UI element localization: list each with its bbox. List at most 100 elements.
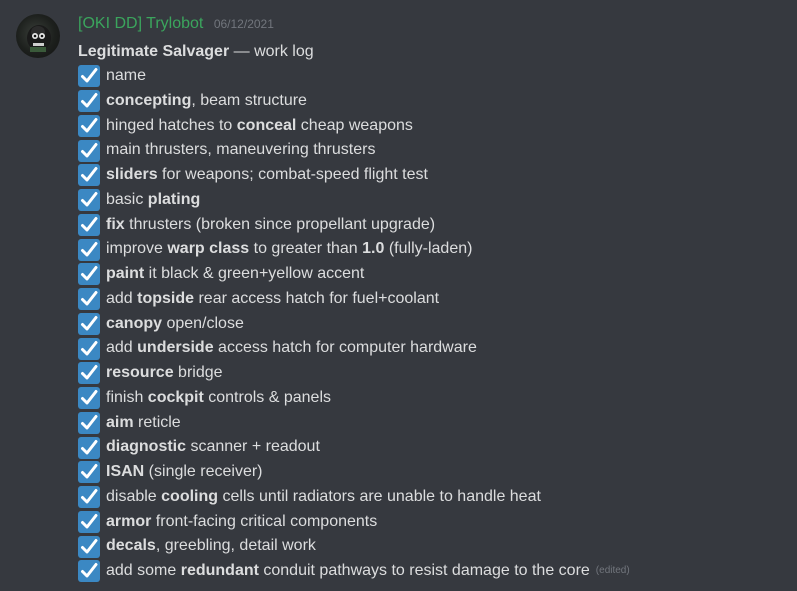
list-item: name	[78, 64, 778, 89]
text-segment: open/close	[162, 314, 244, 332]
check-mark-icon	[78, 238, 100, 261]
text-segment: name	[106, 67, 147, 84]
list-item: decals, greebling, detail work	[78, 534, 778, 559]
list-item-text: basic plating	[106, 188, 200, 213]
check-mark-icon	[78, 189, 100, 212]
text-segment: controls & panels	[203, 388, 331, 406]
list-item-text: concepting, beam structure	[106, 89, 307, 114]
text-segment: add some	[106, 562, 181, 579]
list-item: concepting, beam structure	[78, 89, 778, 114]
check-mark-icon	[78, 411, 100, 434]
bold-text: canopy	[106, 314, 163, 332]
text-segment: , beam structure	[191, 91, 307, 109]
text-segment: it black & green+yellow accent	[144, 265, 365, 282]
bold-text: cockpit	[147, 388, 204, 406]
text-segment: front-facing critical components	[151, 512, 378, 530]
list-item: add underside access hatch for computer …	[78, 336, 778, 361]
bold-text: paint	[106, 265, 145, 282]
list-item: basic plating	[78, 188, 778, 213]
check-mark-icon	[78, 337, 100, 360]
bold-text: concepting	[106, 91, 192, 109]
title-rest: — work log	[229, 43, 314, 60]
text-segment: disable	[106, 487, 162, 505]
list-item-text: add some redundant conduit pathways to r…	[106, 559, 590, 584]
bold-text: aim	[106, 413, 134, 431]
list-item-text: finish cockpit controls & panels	[106, 386, 331, 411]
text-segment: bridge	[173, 364, 223, 381]
list-item: diagnostic scanner + readout	[78, 435, 778, 460]
text-segment: for weapons; combat-speed flight test	[157, 166, 428, 183]
list-item-text: armor front-facing critical components	[106, 510, 377, 535]
text-segment: cheap weapons	[296, 116, 413, 134]
bold-text: resource	[106, 364, 174, 381]
list-item: main thrusters, maneuvering thrusters	[78, 138, 778, 163]
list-item-text: diagnostic scanner + readout	[106, 435, 320, 460]
list-item-text: main thrusters, maneuvering thrusters	[106, 138, 375, 163]
check-mark-icon	[78, 535, 100, 558]
list-item-text: sliders for weapons; combat-speed flight…	[106, 163, 428, 188]
bold-text: fix	[106, 215, 125, 233]
list-item-text: canopy open/close	[106, 312, 244, 337]
bold-text: decals	[106, 537, 156, 555]
text-segment: access hatch for computer hardware	[213, 339, 477, 357]
bold-text: diagnostic	[106, 438, 187, 456]
text-segment: add	[106, 339, 138, 357]
check-mark-icon	[78, 560, 100, 583]
list-item-text: fix thrusters (broken since propellant u…	[106, 213, 435, 238]
check-mark-icon	[78, 436, 100, 459]
text-segment: add	[106, 289, 138, 307]
bold-text: topside	[137, 289, 195, 307]
bold-text: ISAN	[106, 463, 145, 480]
bold-text: 1.0	[362, 240, 385, 258]
list-item-text: paint it black & green+yellow accent	[106, 262, 364, 287]
check-mark-icon	[78, 65, 100, 88]
list-item: sliders for weapons; combat-speed flight…	[78, 163, 778, 188]
list-item-text: improve warp class to greater than 1.0 (…	[106, 237, 472, 262]
check-mark-icon	[78, 139, 100, 162]
list-item: canopy open/close	[78, 312, 778, 337]
bold-text: warp class	[167, 240, 250, 258]
text-segment: finish	[106, 388, 148, 406]
list-item: improve warp class to greater than 1.0 (…	[78, 237, 778, 262]
bold-text: redundant	[180, 562, 259, 579]
timestamp: 06/12/2021	[213, 17, 274, 31]
check-mark-icon	[78, 114, 100, 137]
text-segment: to greater than	[249, 240, 363, 258]
text-segment: scanner + readout	[186, 438, 320, 456]
message-header: [OKI DD] Trylobot 06/12/2021	[78, 15, 274, 33]
text-segment: cells until radiators are unable to hand…	[218, 487, 541, 505]
message-content: Legitimate Salvager — work log name conce…	[78, 40, 778, 584]
text-segment: thrusters (broken since propellant upgra…	[124, 215, 436, 233]
user-avatar[interactable]	[16, 14, 60, 58]
list-item-text: add underside access hatch for computer …	[106, 336, 477, 361]
text-segment: (fully-laden)	[384, 240, 473, 258]
bold-text: conceal	[236, 116, 297, 134]
list-item-text: decals, greebling, detail work	[106, 534, 316, 559]
check-mark-icon	[78, 288, 100, 311]
list-item: paint it black & green+yellow accent	[78, 262, 778, 287]
text-segment: improve	[106, 240, 168, 258]
check-mark-icon	[78, 312, 100, 335]
work-log-list: name concepting, beam structure hinged hat…	[78, 64, 778, 584]
check-mark-icon	[78, 164, 100, 187]
title-bold: Legitimate Salvager	[78, 43, 230, 60]
list-item: add some redundant conduit pathways to r…	[78, 559, 778, 584]
list-item: ISAN (single receiver)	[78, 460, 778, 485]
check-mark-icon	[78, 387, 100, 410]
check-mark-icon	[78, 362, 100, 385]
list-item-text: add topside rear access hatch for fuel+c…	[106, 287, 439, 312]
edited-label: (edited)	[595, 565, 630, 576]
text-segment: (single receiver)	[144, 463, 263, 480]
list-item-text: ISAN (single receiver)	[106, 460, 263, 485]
username[interactable]: [OKI DD] Trylobot	[78, 15, 203, 32]
text-segment: reticle	[133, 413, 181, 431]
bold-text: armor	[106, 512, 152, 530]
list-item: finish cockpit controls & panels	[78, 386, 778, 411]
text-segment: conduit pathways to resist damage to the…	[258, 562, 590, 579]
list-item-text: name	[106, 64, 146, 89]
list-item: fix thrusters (broken since propellant u…	[78, 213, 778, 238]
check-mark-icon	[78, 90, 100, 113]
list-item: armor front-facing critical components	[78, 510, 778, 535]
text-segment: basic	[106, 190, 148, 208]
list-item-text: resource bridge	[106, 361, 223, 386]
